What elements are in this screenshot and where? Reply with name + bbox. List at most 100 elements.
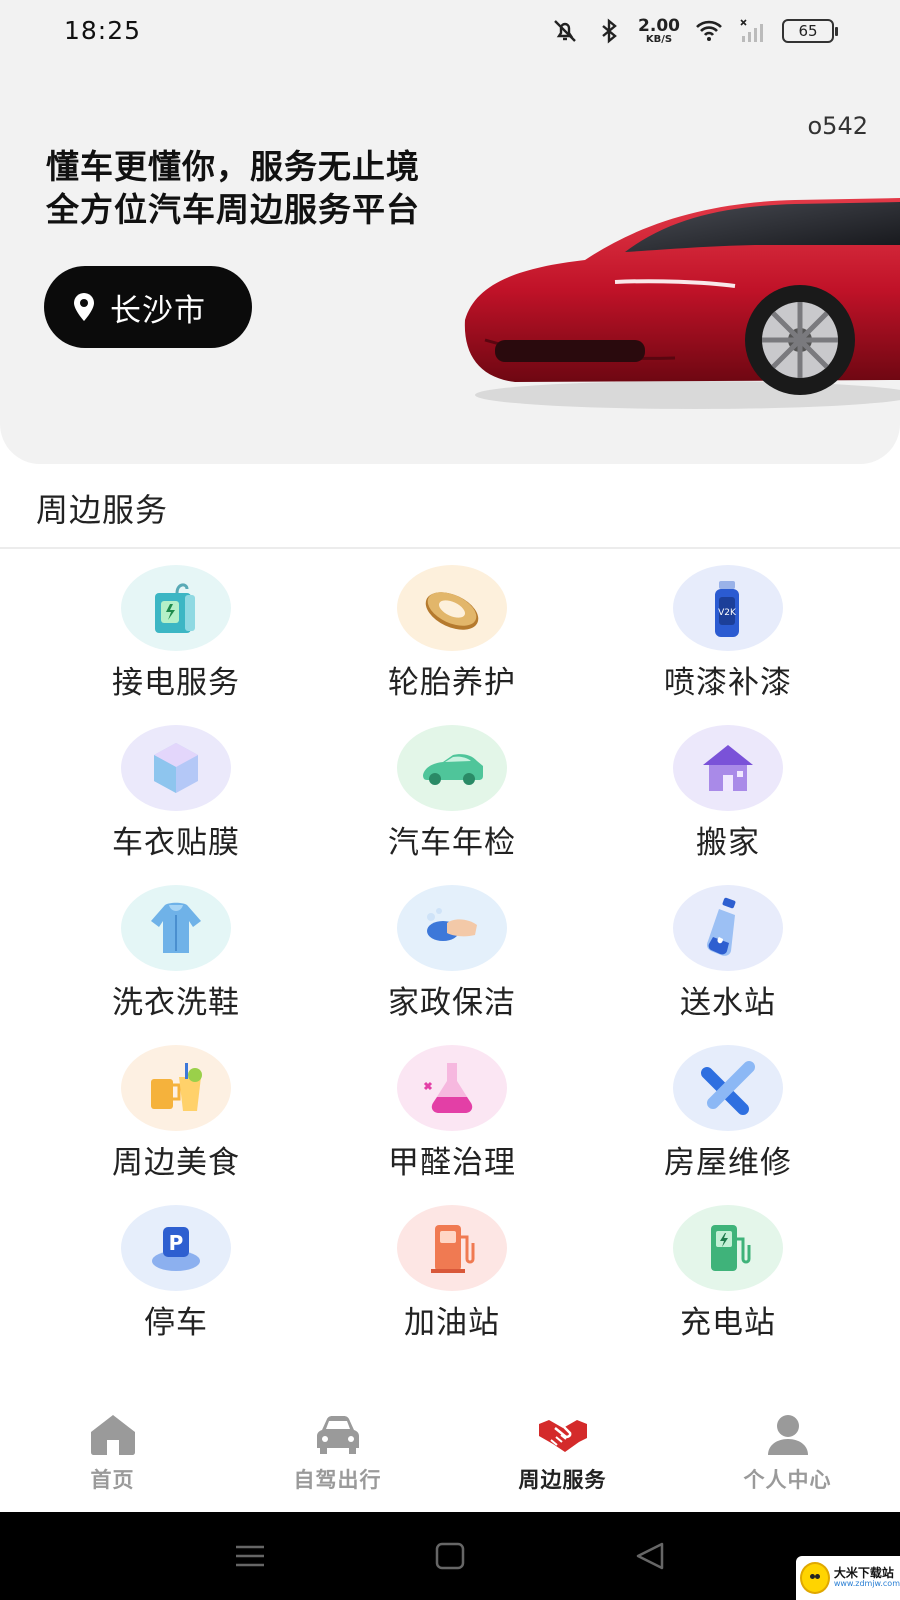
car-inspection-icon (423, 754, 483, 785)
service-icon-bg (397, 885, 507, 971)
car-icon (316, 1416, 359, 1454)
red-car-illustration (464, 198, 900, 409)
flask-icon (423, 1063, 473, 1113)
tab-profile[interactable]: 个人中心 (675, 1392, 900, 1512)
back-icon[interactable] (632, 1538, 668, 1574)
charging-station-icon (711, 1225, 751, 1271)
service-label: 汽车年检 (388, 825, 516, 861)
service-label: 搬家 (696, 825, 760, 861)
net-speed-unit: KB/S (645, 33, 673, 45)
service-icon-bg (397, 565, 507, 651)
battery-indicator: 65 (782, 19, 838, 43)
svg-text:V2K: V2K (718, 608, 737, 618)
service-label: 停车 (144, 1305, 208, 1341)
service-icon-bg (673, 1205, 783, 1291)
svg-text:P: P (169, 1231, 184, 1255)
service-item[interactable]: 加油站 (314, 1205, 590, 1365)
tire-icon (425, 592, 479, 630)
tab-nearby-services[interactable]: 周边服务 (450, 1392, 675, 1512)
service-icon-bg: V2K (673, 565, 783, 651)
signal-icon (740, 19, 763, 42)
service-label: 车衣贴膜 (112, 825, 240, 861)
service-item[interactable]: 甲醛治理 (314, 1045, 590, 1205)
hero-headline: 懂车更懂你，服务无止境 (46, 147, 420, 186)
service-label: 充电站 (680, 1305, 776, 1341)
service-item[interactable]: 家政保洁 (314, 885, 590, 1045)
watermark-logo: 大米下载站 www.zdmjw.com (796, 1556, 900, 1600)
service-label: 加油站 (404, 1305, 500, 1341)
watermark-url: www.zdmjw.com (833, 1579, 900, 1589)
service-label: 家政保洁 (388, 985, 516, 1021)
service-icon-bg (397, 1205, 507, 1291)
system-nav-bar (0, 1512, 900, 1600)
hero-code: o542 (807, 112, 869, 140)
mute-icon (554, 20, 576, 42)
service-item[interactable]: 接电服务 (38, 565, 314, 725)
service-icon-bg (673, 1045, 783, 1131)
spray-can-icon: V2K (715, 581, 739, 637)
city-selector-button[interactable]: 长沙市 (44, 266, 252, 348)
service-item[interactable]: 轮胎养护 (314, 565, 590, 725)
handshake-icon (538, 1420, 587, 1452)
bottom-tab-bar: 首页 自驾出行 周边服务 个人中心 (0, 1392, 900, 1512)
service-icon-bg (121, 1045, 231, 1131)
film-cube-icon (154, 743, 198, 793)
service-icon-bg: P (121, 1205, 231, 1291)
tab-label: 自驾出行 (293, 1468, 382, 1492)
service-grid: 接电服务 轮胎养护 V2K 喷漆补漆 车衣贴膜 汽车年检 搬家 洗衣洗鞋 家政保… (38, 565, 866, 1365)
drinks-icon (151, 1063, 202, 1111)
hero-subheadline: 全方位汽车周边服务平台 (46, 190, 420, 229)
service-item[interactable]: 周边美食 (38, 1045, 314, 1205)
service-label: 接电服务 (112, 665, 240, 701)
service-label: 送水站 (680, 985, 776, 1021)
tab-label: 首页 (90, 1468, 135, 1492)
net-speed-value: 2.00 (638, 15, 680, 36)
service-icon-bg (121, 885, 231, 971)
status-icons: 2.00 KB/S 65 (550, 15, 838, 46)
power-station-icon (155, 583, 195, 633)
service-item[interactable]: 送水站 (590, 885, 866, 1045)
service-icon-bg (121, 725, 231, 811)
service-item[interactable]: 汽车年检 (314, 725, 590, 885)
cleaning-glove-icon (427, 908, 477, 941)
divider (0, 547, 900, 549)
home-icon (90, 1415, 135, 1455)
service-label: 轮胎养护 (388, 665, 516, 701)
service-item[interactable]: 房屋维修 (590, 1045, 866, 1205)
service-icon-bg (673, 885, 783, 971)
home-button-icon[interactable] (432, 1538, 468, 1574)
service-label: 甲醛治理 (388, 1145, 516, 1181)
person-icon (767, 1415, 808, 1455)
house-icon (703, 745, 753, 791)
service-item[interactable]: V2K 喷漆补漆 (590, 565, 866, 725)
service-item[interactable]: 洗衣洗鞋 (38, 885, 314, 1045)
hoodie-icon (151, 902, 201, 953)
menu-icon[interactable] (232, 1538, 268, 1574)
section-title: 周边服务 (36, 491, 169, 529)
bluetooth-icon (602, 18, 617, 44)
status-bar: 18:25 2.00 KB/S 65 (0, 0, 900, 64)
service-item[interactable]: P 停车 (38, 1205, 314, 1365)
service-item[interactable]: 充电站 (590, 1205, 866, 1365)
service-label: 洗衣洗鞋 (112, 985, 240, 1021)
fuel-pump-icon (431, 1225, 475, 1273)
service-item[interactable]: 车衣贴膜 (38, 725, 314, 885)
location-pin-icon (74, 293, 94, 321)
net-speed: 2.00 KB/S (638, 15, 680, 45)
city-label: 长沙市 (110, 292, 206, 329)
service-item[interactable]: 搬家 (590, 725, 866, 885)
tab-home[interactable]: 首页 (0, 1392, 225, 1512)
service-label: 房屋维修 (664, 1145, 792, 1181)
wifi-icon (696, 20, 722, 41)
watermark-mascot-icon (800, 1562, 830, 1594)
service-label: 喷漆补漆 (664, 665, 792, 701)
app-screen: 18:25 2.00 KB/S 65 o542 懂车更懂你，服务无止境 全方位汽… (0, 0, 900, 1600)
service-icon-bg (397, 1045, 507, 1131)
tab-label: 个人中心 (743, 1468, 832, 1492)
status-time: 18:25 (64, 16, 142, 45)
tools-icon (701, 1061, 755, 1115)
service-icon-bg (673, 725, 783, 811)
tab-self-drive[interactable]: 自驾出行 (225, 1392, 450, 1512)
hero-banner: 18:25 2.00 KB/S 65 o542 懂车更懂你，服务无止境 全方位汽… (0, 0, 900, 464)
service-icon-bg (397, 725, 507, 811)
